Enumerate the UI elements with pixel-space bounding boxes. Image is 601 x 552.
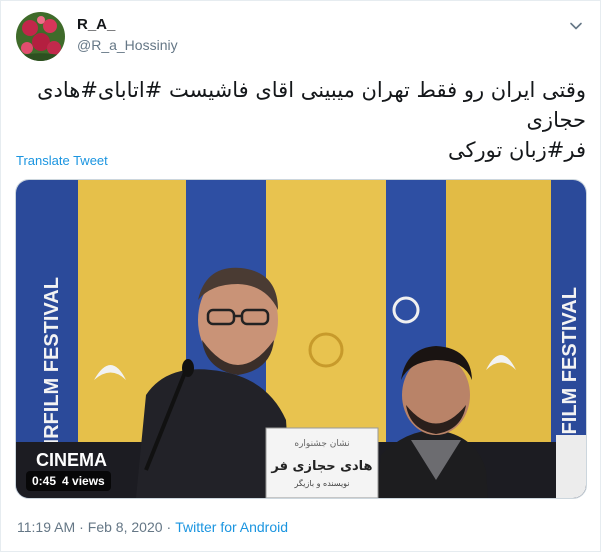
tweet-source-link[interactable]: Twitter for Android — [175, 519, 288, 535]
meta-separator: · — [166, 519, 172, 535]
tweet-date[interactable]: Feb 8, 2020 — [88, 519, 163, 535]
svg-text:نشان جشنواره: نشان جشنواره — [294, 439, 349, 449]
avatar[interactable] — [16, 12, 65, 61]
display-name[interactable]: R_A_ — [77, 16, 115, 33]
video-player[interactable]: FAIRFILM FESTIVAL FAIRFILM FESTIVAL نشان… — [15, 179, 587, 499]
tweet-text-line: وقتی ایران رو فقط تهران میبینی اقای فاشی… — [37, 78, 586, 132]
video-view-count: 4 views — [62, 474, 105, 488]
avatar-image — [16, 12, 65, 61]
translate-tweet-link[interactable]: Translate Tweet — [16, 153, 108, 168]
nameplate-title: هادی حجازی فر — [270, 459, 372, 474]
tweet-time[interactable]: 11:19 AM — [17, 519, 75, 535]
cinema-watermark: CINEMA — [36, 450, 107, 470]
nameplate-subtitle: نویسنده و بازیگر — [293, 478, 349, 488]
chevron-down-icon[interactable] — [569, 19, 583, 33]
tweet-meta: 11:19 AM · Feb 8, 2020 · Twitter for Android — [17, 519, 288, 535]
video-thumbnail: FAIRFILM FESTIVAL FAIRFILM FESTIVAL نشان… — [16, 180, 586, 498]
banner-text-left: FAIRFILM FESTIVAL — [41, 277, 63, 470]
user-handle[interactable]: @R_a_Hossiniy — [77, 37, 178, 53]
meta-separator: · — [79, 519, 84, 535]
video-duration: 0:45 — [32, 474, 57, 488]
tweet-card: R_A_ @R_a_Hossiniy وقتی ایران رو فقط تهر… — [0, 0, 601, 552]
video-duration-badge: 0:45 4 views — [26, 471, 111, 491]
tweet-text: وقتی ایران رو فقط تهران میبینی اقای فاشی… — [15, 75, 586, 162]
